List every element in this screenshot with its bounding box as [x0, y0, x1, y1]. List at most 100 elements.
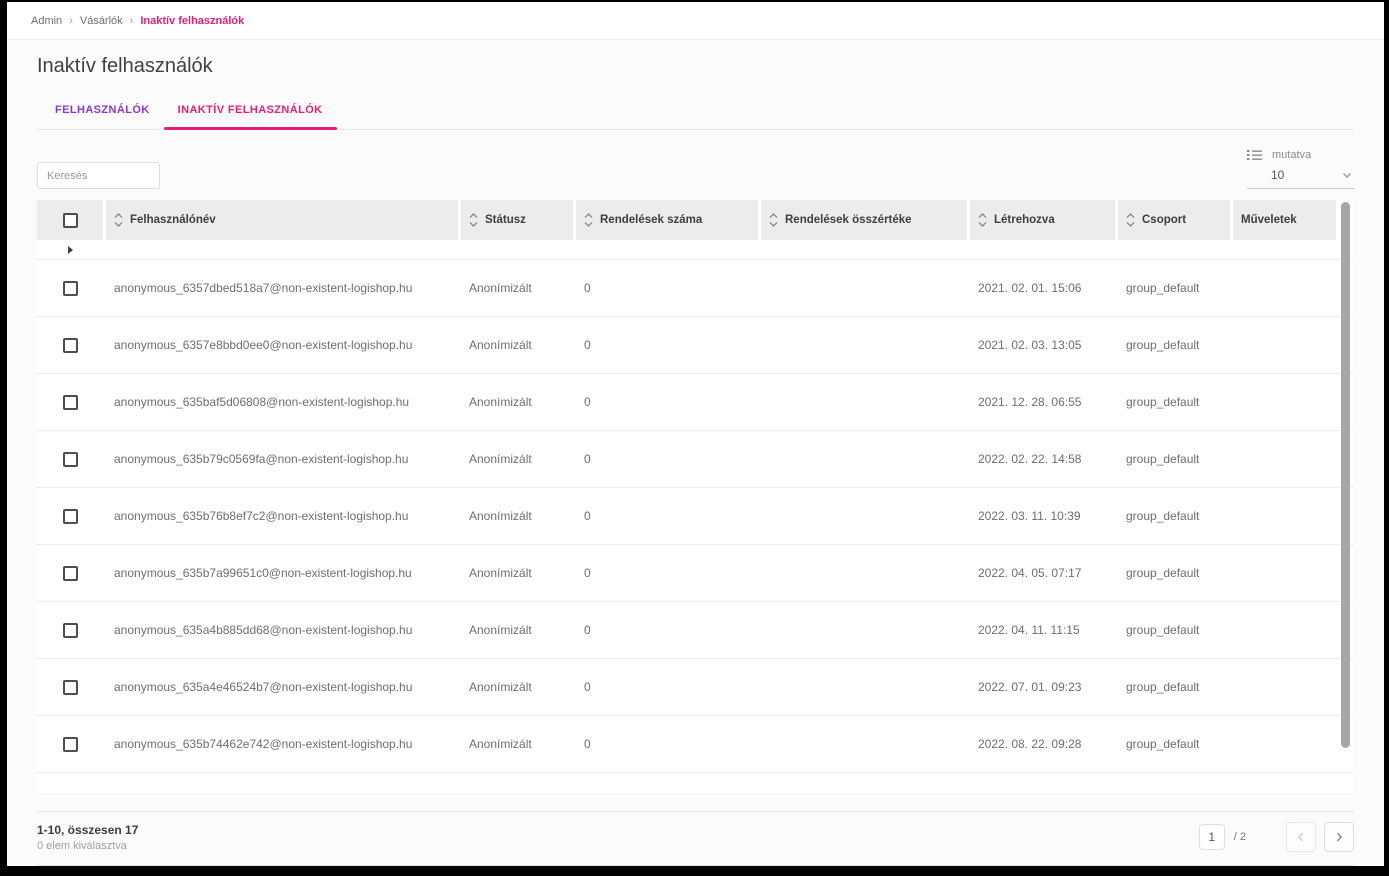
tab-felhasznalok[interactable]: FELHASZNÁLÓK: [41, 94, 164, 129]
cell-username: anonymous_6357e8bbd0ee0@non-existent-log…: [114, 338, 413, 352]
cell-created: 2022. 03. 11. 10:39: [978, 509, 1081, 523]
cell-created: 2022. 04. 11. 11:15: [978, 623, 1080, 637]
table-row: anonymous_635a4e46524b7@non-existent-log…: [37, 659, 1354, 716]
table-toolbar: mutatva 10: [37, 149, 1354, 189]
next-page-button[interactable]: [1324, 822, 1354, 852]
total-pages-label: / 2: [1233, 831, 1246, 843]
cell-username: anonymous_6357dbed518a7@non-existent-log…: [114, 281, 413, 295]
page-title: Inaktív felhasználók: [37, 55, 213, 77]
cell-group: group_default: [1126, 395, 1200, 409]
per-page-widget: mutatva 10: [1247, 149, 1354, 189]
table-row: anonymous_635baf5d06808@non-existent-log…: [37, 374, 1354, 431]
cell-created: 2022. 08. 22. 09:28: [978, 737, 1082, 751]
per-page-value: 10: [1271, 168, 1285, 182]
cell-status: Anonímizált: [469, 623, 532, 637]
cell-orders-count: 0: [584, 737, 591, 751]
select-all-checkbox[interactable]: [62, 212, 78, 228]
cell-created: 2022. 07. 01. 09:23: [978, 680, 1082, 694]
sort-arrows-icon[interactable]: [1126, 213, 1135, 227]
row-checkbox[interactable]: [62, 280, 78, 296]
cell-status: Anonímizált: [469, 566, 532, 580]
row-checkbox[interactable]: [62, 565, 78, 581]
table-row: anonymous_635b74462e742@non-existent-log…: [37, 716, 1354, 773]
tab-inaktiv-felhasznalok[interactable]: INAKTÍV FELHASZNÁLÓK: [163, 94, 337, 130]
table-body: anonymous_6357dbed518a7@non-existent-log…: [37, 260, 1354, 773]
cell-username: anonymous_635a4b885dd68@non-existent-log…: [114, 623, 413, 637]
cell-username: anonymous_635baf5d06808@non-existent-log…: [114, 395, 410, 409]
row-checkbox[interactable]: [62, 451, 78, 467]
cell-username: anonymous_635b76b8ef7c2@non-existent-log…: [114, 509, 409, 523]
table-footer: 1-10, összesen 17 0 elem kiválasztva 1 /…: [37, 811, 1354, 866]
breadcrumb-separator-icon: ›: [69, 14, 73, 27]
cell-username: anonymous_635b79c0569fa@non-existent-log…: [114, 452, 409, 466]
cell-orders-count: 0: [584, 509, 591, 523]
breadcrumb-item-vasarlok[interactable]: Vásárlók: [80, 15, 123, 27]
table-row: anonymous_6357e8bbd0ee0@non-existent-log…: [37, 317, 1354, 374]
search-input[interactable]: [37, 162, 160, 189]
cell-orders-count: 0: [584, 395, 591, 409]
cell-orders-count: 0: [584, 338, 591, 352]
cell-orders-count: 0: [584, 452, 591, 466]
list-icon: [1247, 149, 1262, 161]
column-header-label: Státusz: [485, 214, 526, 226]
cell-status: Anonímizált: [469, 452, 532, 466]
per-page-select[interactable]: 10: [1247, 168, 1354, 189]
current-page-box[interactable]: 1: [1198, 824, 1225, 850]
pagination: 1 / 2: [1198, 822, 1354, 852]
sort-arrows-icon[interactable]: [469, 213, 478, 227]
cell-group: group_default: [1126, 509, 1200, 523]
sort-arrows-icon[interactable]: [114, 213, 123, 227]
cell-group: group_default: [1126, 281, 1200, 295]
cell-status: Anonímizált: [469, 737, 532, 751]
cell-created: 2021. 02. 03. 13:05: [978, 338, 1082, 352]
cell-created: 2021. 12. 28. 06:55: [978, 395, 1082, 409]
footer-summary: 1-10, összesen 17 0 elem kiválasztva: [37, 823, 138, 852]
chevron-down-icon: [1342, 172, 1352, 179]
row-checkbox[interactable]: [62, 622, 78, 638]
column-header-orders_value[interactable]: Rendelések összértéke: [761, 200, 967, 240]
cell-status: Anonímizált: [469, 509, 532, 523]
column-header-actions: Műveletek: [1233, 200, 1336, 240]
select-all-header-cell: [37, 200, 103, 240]
sort-arrows-icon[interactable]: [769, 213, 778, 227]
row-checkbox[interactable]: [62, 394, 78, 410]
app-frame: Admin › Vásárlók › Inaktív felhasználók …: [7, 2, 1384, 866]
sort-arrows-icon[interactable]: [584, 213, 593, 227]
table-row: anonymous_6357dbed518a7@non-existent-log…: [37, 260, 1354, 317]
cell-created: 2021. 02. 01. 15:06: [978, 281, 1082, 295]
column-header-label: Létrehozva: [994, 214, 1055, 226]
users-table: Felhasználónév Státusz Rendelések száma Ren…: [37, 200, 1354, 793]
cell-group: group_default: [1126, 452, 1200, 466]
table-header-row: Felhasználónév Státusz Rendelések száma Ren…: [37, 200, 1336, 240]
cell-status: Anonímizált: [469, 395, 532, 409]
row-checkbox[interactable]: [62, 736, 78, 752]
expand-triangle-icon[interactable]: [37, 245, 103, 254]
row-checkbox[interactable]: [62, 679, 78, 695]
breadcrumb-separator-icon: ›: [129, 14, 134, 27]
row-checkbox[interactable]: [62, 337, 78, 353]
selection-summary: 0 elem kiválasztva: [37, 839, 127, 852]
row-checkbox[interactable]: [62, 508, 78, 524]
cell-group: group_default: [1126, 680, 1200, 694]
breadcrumb-item-admin[interactable]: Admin: [31, 15, 62, 27]
prev-page-button[interactable]: [1286, 822, 1316, 852]
breadcrumb: Admin › Vásárlók › Inaktív felhasználók: [7, 2, 1384, 40]
column-header-orders_count[interactable]: Rendelések száma: [576, 200, 758, 240]
table-row: anonymous_635b7a99651c0@non-existent-log…: [37, 545, 1354, 602]
sort-arrows-icon[interactable]: [978, 213, 987, 227]
column-header-label: Rendelések száma: [600, 214, 703, 226]
cell-group: group_default: [1126, 737, 1200, 751]
column-header-label: Csoport: [1142, 214, 1187, 226]
column-header-username[interactable]: Felhasználónév: [106, 200, 458, 240]
column-header-created[interactable]: Létrehozva: [970, 200, 1115, 240]
column-header-label: Műveletek: [1241, 214, 1297, 226]
table-row: anonymous_635a4b885dd68@non-existent-log…: [37, 602, 1354, 659]
column-header-status[interactable]: Státusz: [461, 200, 573, 240]
cell-group: group_default: [1126, 566, 1200, 580]
table-row: anonymous_635b76b8ef7c2@non-existent-log…: [37, 488, 1354, 545]
column-header-group[interactable]: Csoport: [1118, 200, 1230, 240]
chevron-right-icon: [1334, 831, 1344, 843]
cell-orders-count: 0: [584, 680, 591, 694]
table-row: anonymous_635b79c0569fa@non-existent-log…: [37, 431, 1354, 488]
vertical-scrollbar[interactable]: [1341, 202, 1350, 748]
